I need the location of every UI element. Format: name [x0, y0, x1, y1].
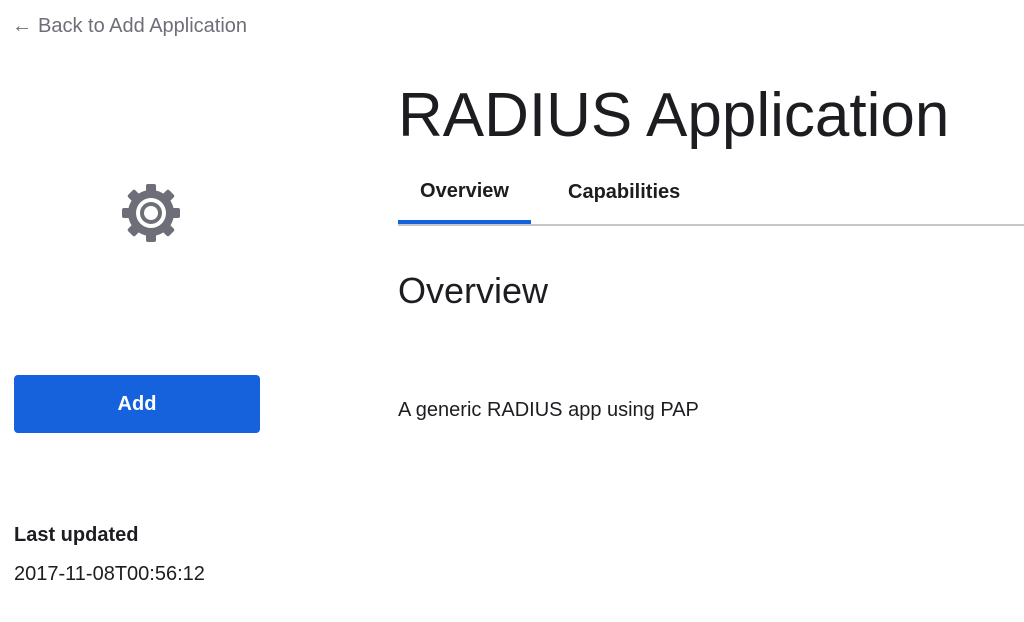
back-arrow-icon: ←: [12, 15, 32, 37]
overview-heading: Overview: [398, 270, 549, 311]
last-updated-label: Last updated: [14, 524, 139, 546]
tab-capabilities[interactable]: Capabilities: [531, 162, 700, 222]
last-updated-value: 2017-11-08T00:56:12: [14, 563, 205, 585]
tab-bar: Overview Capabilities: [398, 162, 1024, 226]
app-description: A generic RADIUS app using PAP: [398, 399, 699, 421]
add-button[interactable]: Add: [14, 375, 260, 433]
app-logo: [118, 180, 184, 246]
back-to-add-application-link[interactable]: ← Back to Add Application: [12, 15, 247, 38]
back-link-label: Back to Add Application: [38, 15, 248, 37]
page-title: RADIUS Application: [398, 81, 950, 150]
gear-icon: [122, 184, 180, 242]
tab-overview[interactable]: Overview: [398, 162, 531, 224]
